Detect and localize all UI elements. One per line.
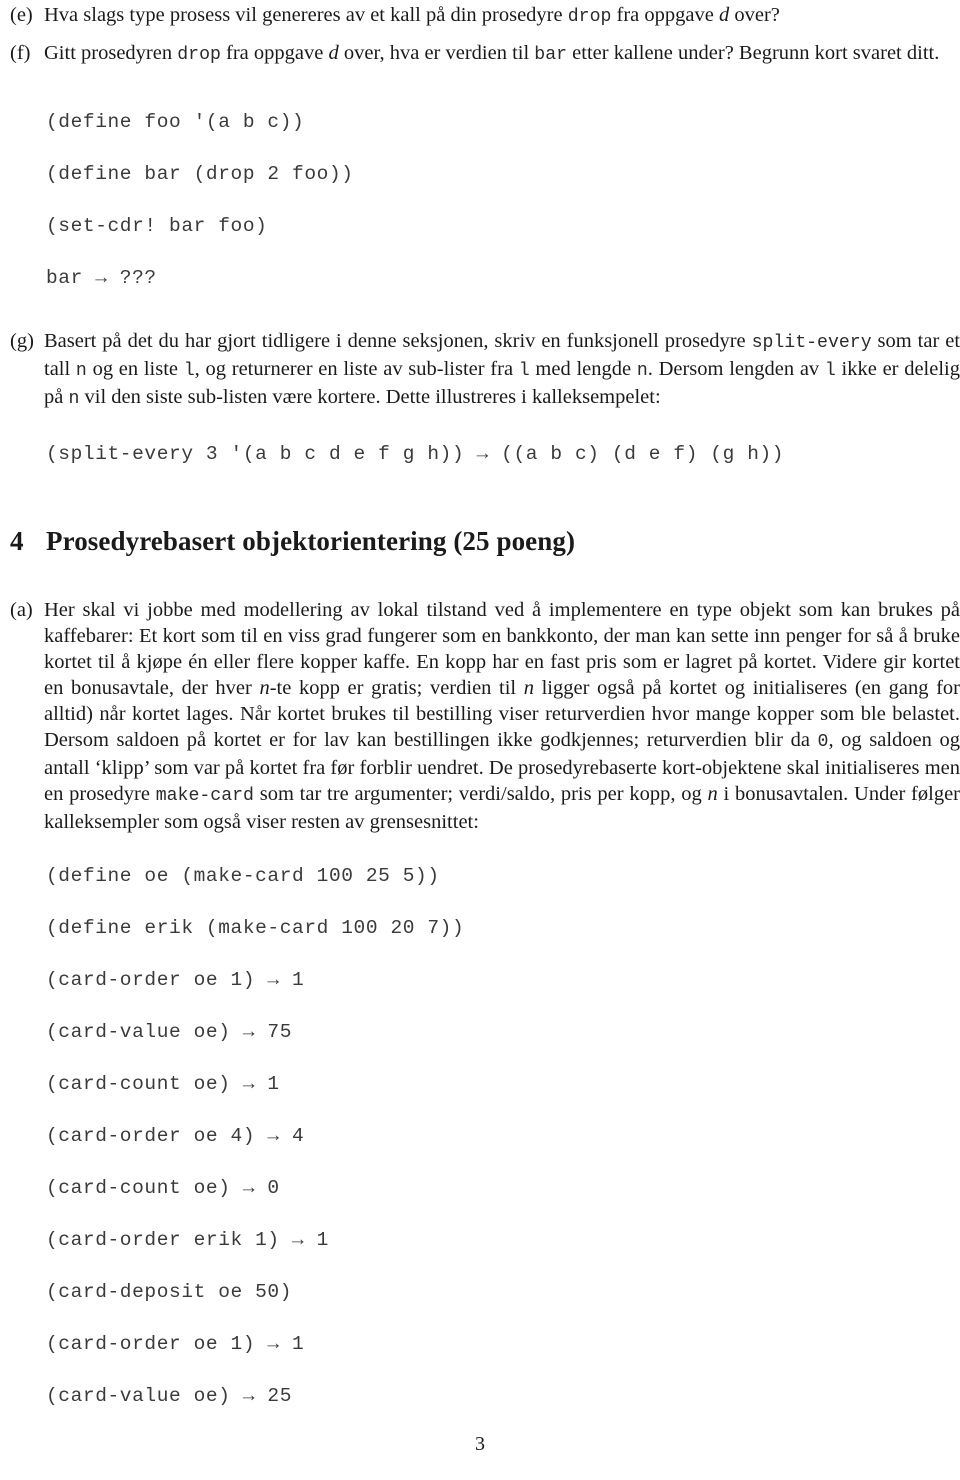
code-line: (define erik (make-card 100 20 7)) [46, 917, 465, 939]
text-run: over, hva er verdien til [338, 42, 535, 64]
inline-code: l [518, 361, 530, 381]
text-run: vil den siste sub-listen være kortere. D… [79, 386, 661, 408]
code-line: (define foo '(a b c)) [46, 111, 305, 133]
inline-code: n [636, 361, 648, 381]
code-line: (card-count oe) → 1 [46, 1073, 280, 1095]
math-variable: n [707, 783, 718, 805]
inline-code: n [75, 361, 87, 381]
math-variable: n [259, 677, 270, 699]
text-run: Gitt prosedyren [44, 42, 178, 64]
text-run: Hva slags type prosess vil genereres av … [44, 4, 568, 26]
question-text: Gitt prosedyren drop fra oppgave d over,… [44, 40, 960, 68]
code-line: (set-cdr! bar foo) [46, 215, 268, 237]
text-run: og en liste [86, 358, 184, 380]
code-line: (define bar (drop 2 foo)) [46, 163, 354, 185]
math-variable: n [523, 677, 534, 699]
inline-code: n [68, 389, 80, 409]
text-run: fra oppgave [611, 4, 719, 26]
inline-code: make-card [155, 786, 254, 806]
code-line: (card-order oe 1) → 1 [46, 1333, 305, 1355]
drop-example-code: (define foo '(a b c)) (define bar (drop 2… [46, 96, 354, 304]
text-run: Basert på det du har gjort tidligere i d… [44, 330, 752, 352]
code-line: (card-value oe) → 75 [46, 1021, 293, 1043]
section-number: 4 [10, 526, 24, 556]
question-item: (g) Basert på det du har gjort tidligere … [10, 328, 960, 412]
inline-code: drop [177, 45, 221, 65]
code-line: (define oe (make-card 100 25 5)) [46, 865, 440, 887]
inline-code: 0 [817, 732, 829, 752]
code-line: (card-value oe) → 25 [46, 1385, 293, 1407]
question-item: (a) Her skal vi jobbe med modellering av … [10, 597, 960, 835]
text-run: etter kallene under? Begrunn kort svaret… [567, 42, 940, 64]
text-run: over? [729, 4, 780, 26]
question-item: (e) Hva slags type prosess vil genereres … [10, 2, 960, 30]
code-line: (card-order erik 1) → 1 [46, 1229, 329, 1251]
inline-code: l [183, 361, 195, 381]
inline-code: drop [567, 7, 612, 27]
text-run: som tar tre argumenter; verdi/saldo, pri… [253, 783, 708, 805]
question-text: Her skal vi jobbe med modellering av lok… [44, 597, 960, 835]
code-line: (card-count oe) → 0 [46, 1177, 280, 1199]
make-card-example-code: (define oe (make-card 100 25 5)) (define … [46, 850, 464, 1422]
question-item: (f) Gitt prosedyren drop fra oppgave d ov… [10, 40, 960, 68]
inline-code: split-every [751, 333, 872, 353]
section-title: Prosedyrebasert objektorientering (25 po… [46, 526, 576, 556]
text-run: -te kopp er gratis; verdien til [269, 677, 524, 699]
code-line: (card-deposit oe 50) [46, 1281, 293, 1303]
code-line: bar → ??? [46, 267, 157, 289]
code-line: (split-every 3 '(a b c d e f g h)) → ((a… [46, 443, 785, 465]
question-marker: (f) [10, 42, 31, 64]
code-line: (card-order oe 1) → 1 [46, 969, 305, 991]
question-text: Hva slags type prosess vil genereres av … [44, 2, 960, 30]
text-run: , og returnerer en liste av sub-lister f… [194, 358, 519, 380]
split-every-example-code: (split-every 3 '(a b c d e f g h)) → ((a… [46, 428, 784, 480]
document-page: (e) Hva slags type prosess vil genereres … [0, 0, 960, 1480]
math-variable: d [328, 42, 339, 64]
section-heading: 4 Prosedyrebasert objektorientering (25 p… [10, 524, 940, 558]
question-marker: (a) [10, 599, 33, 621]
math-variable: d [718, 4, 730, 26]
inline-code: bar [534, 45, 568, 65]
text-run: med lengde [529, 358, 637, 380]
question-text: Basert på det du har gjort tidligere i d… [44, 328, 960, 412]
code-line: (card-order oe 4) → 4 [46, 1125, 305, 1147]
question-marker: (g) [10, 330, 34, 352]
text-run: fra oppgave [220, 42, 329, 64]
question-marker: (e) [10, 4, 33, 26]
text-run: . Dersom lengden av [647, 358, 825, 380]
page-number: 3 [475, 1433, 485, 1455]
inline-code: l [824, 361, 836, 381]
